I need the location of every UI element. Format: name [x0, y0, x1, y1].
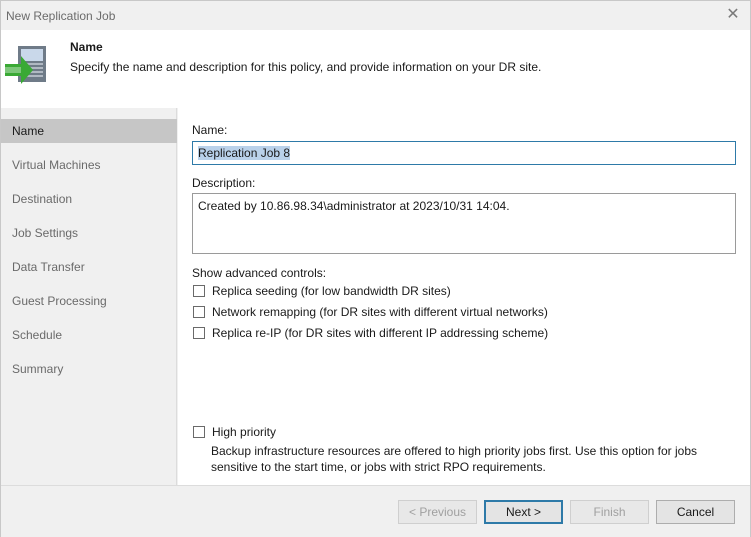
sidebar-item-guest-processing[interactable]: Guest Processing — [1, 289, 177, 313]
sidebar-item-data-transfer[interactable]: Data Transfer — [1, 255, 177, 279]
previous-button[interactable]: < Previous — [398, 500, 477, 524]
description-input[interactable]: Created by 10.86.98.34\administrator at … — [192, 193, 736, 254]
replica-re-ip-option[interactable]: Replica re-IP (for DR sites with differe… — [193, 325, 548, 341]
replica-re-ip-checkbox[interactable] — [193, 327, 205, 339]
sidebar-item-name[interactable]: Name — [1, 119, 177, 143]
replica-re-ip-label: Replica re-IP (for DR sites with differe… — [212, 326, 549, 340]
high-priority-checkbox[interactable] — [193, 426, 205, 438]
high-priority-option[interactable]: High priority — [193, 424, 276, 440]
wizard-footer: < Previous Next > Finish Cancel — [1, 485, 750, 537]
name-label: Name: — [192, 123, 228, 137]
main-panel: Name: Replication Job 8 Description: Cre… — [178, 108, 750, 485]
name-input-value: Replication Job 8 — [198, 146, 291, 160]
window-title: New Replication Job — [6, 9, 116, 23]
description-label: Description: — [192, 176, 256, 190]
next-button[interactable]: Next > — [484, 500, 563, 524]
replication-job-icon — [5, 46, 46, 84]
title-bar: New Replication Job ✕ — [1, 1, 750, 30]
network-remapping-label: Network remapping (for DR sites with dif… — [212, 305, 548, 319]
replica-seeding-checkbox[interactable] — [193, 285, 205, 297]
sidebar-item-schedule[interactable]: Schedule — [1, 323, 177, 347]
page-title: Name — [70, 40, 103, 54]
high-priority-description: Backup infrastructure resources are offe… — [211, 444, 698, 474]
new-replication-job-dialog: New Replication Job ✕ Name Specify the n… — [0, 0, 751, 537]
page-subtitle: Specify the name and description for thi… — [70, 60, 542, 74]
name-input[interactable]: Replication Job 8 — [192, 141, 736, 165]
replica-seeding-label: Replica seeding (for low bandwidth DR si… — [212, 284, 451, 298]
high-priority-label: High priority — [212, 425, 277, 439]
sidebar-item-destination[interactable]: Destination — [1, 187, 177, 211]
wizard-header: Name Specify the name and description fo… — [1, 30, 750, 108]
sidebar-item-virtual-machines[interactable]: Virtual Machines — [1, 153, 177, 177]
sidebar-item-job-settings[interactable]: Job Settings — [1, 221, 177, 245]
replica-seeding-option[interactable]: Replica seeding (for low bandwidth DR si… — [193, 283, 451, 299]
finish-button[interactable]: Finish — [570, 500, 649, 524]
close-icon[interactable]: ✕ — [725, 5, 741, 25]
network-remapping-option[interactable]: Network remapping (for DR sites with dif… — [193, 304, 548, 320]
network-remapping-checkbox[interactable] — [193, 306, 205, 318]
cancel-button[interactable]: Cancel — [656, 500, 735, 524]
advanced-controls-label: Show advanced controls: — [192, 266, 327, 280]
sidebar-item-summary[interactable]: Summary — [1, 357, 177, 381]
wizard-steps-sidebar: Name Virtual Machines Destination Job Se… — [1, 108, 177, 485]
